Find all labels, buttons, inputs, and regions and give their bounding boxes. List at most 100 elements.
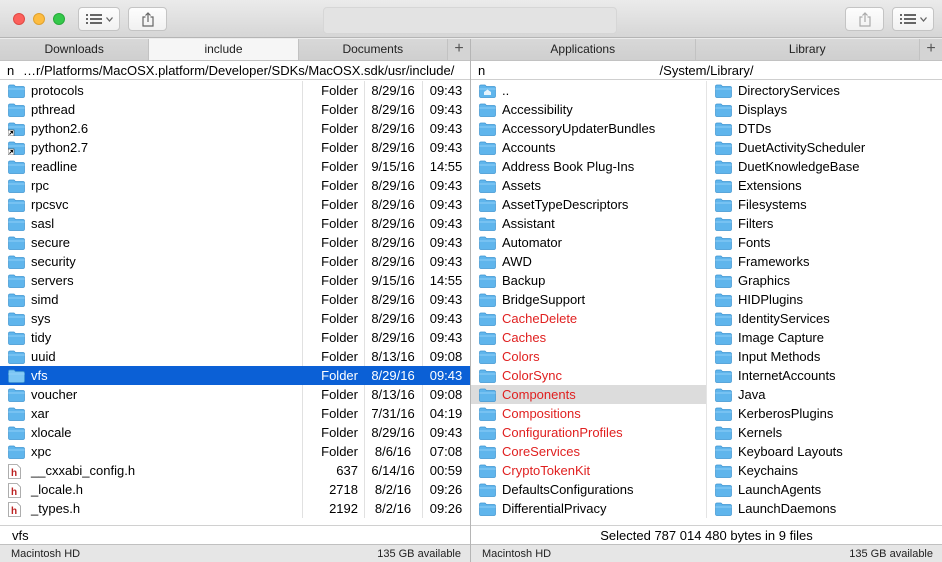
file-row[interactable]: Keyboard Layouts (707, 442, 942, 461)
file-row[interactable]: Caches (471, 328, 706, 347)
file-row[interactable]: vfs Folder 8/29/16 09:43 (0, 366, 470, 385)
file-row[interactable]: Image Capture (707, 328, 942, 347)
tab-applications[interactable]: Applications (471, 39, 696, 60)
close-window-button[interactable] (13, 13, 25, 25)
file-row[interactable]: DuetActivityScheduler (707, 138, 942, 157)
file-row[interactable]: protocols Folder 8/29/16 09:43 (0, 81, 470, 100)
title-field[interactable] (323, 7, 617, 34)
file-row[interactable]: Automator (471, 233, 706, 252)
file-time: 09:08 (429, 387, 463, 402)
file-row[interactable]: Accounts (471, 138, 706, 157)
file-row[interactable]: Assets (471, 176, 706, 195)
file-row[interactable]: xar Folder 7/31/16 04:19 (0, 404, 470, 423)
file-row[interactable]: HIDPlugins (707, 290, 942, 309)
file-row[interactable]: ConfigurationProfiles (471, 423, 706, 442)
file-row[interactable]: Kernels (707, 423, 942, 442)
folder-icon (8, 388, 25, 402)
file-row[interactable]: DirectoryServices (707, 81, 942, 100)
file-row[interactable]: AssetTypeDescriptors (471, 195, 706, 214)
file-row[interactable]: readline Folder 9/15/16 14:55 (0, 157, 470, 176)
file-row[interactable]: Colors (471, 347, 706, 366)
file-row[interactable]: .. (471, 81, 706, 100)
file-row[interactable]: Frameworks (707, 252, 942, 271)
tab-downloads[interactable]: Downloads (0, 39, 150, 60)
file-row[interactable]: h _types.h 2192 8/2/16 09:26 (0, 499, 470, 518)
file-row[interactable]: LaunchDaemons (707, 499, 942, 518)
file-row[interactable]: rpcsvc Folder 8/29/16 09:43 (0, 195, 470, 214)
minimize-window-button[interactable] (33, 13, 45, 25)
file-row[interactable]: voucher Folder 8/13/16 09:08 (0, 385, 470, 404)
file-row[interactable]: servers Folder 9/15/16 14:55 (0, 271, 470, 290)
file-row[interactable]: Graphics (707, 271, 942, 290)
file-row[interactable]: ColorSync (471, 366, 706, 385)
file-row[interactable]: Filters (707, 214, 942, 233)
file-row[interactable]: Filesystems (707, 195, 942, 214)
file-row[interactable]: DefaultsConfigurations (471, 480, 706, 499)
file-row[interactable]: Extensions (707, 176, 942, 195)
file-row[interactable]: Java (707, 385, 942, 404)
file-row[interactable]: h __cxxabi_config.h 637 6/14/16 00:59 (0, 461, 470, 480)
file-row[interactable]: Backup (471, 271, 706, 290)
zoom-window-button[interactable] (53, 13, 65, 25)
folder-icon (715, 217, 732, 231)
file-row[interactable]: xlocale Folder 8/29/16 09:43 (0, 423, 470, 442)
header-file-icon: h (8, 464, 21, 479)
file-row[interactable]: BridgeSupport (471, 290, 706, 309)
file-row[interactable]: Assistant (471, 214, 706, 233)
file-row[interactable]: h _locale.h 2718 8/2/16 09:26 (0, 480, 470, 499)
file-time: 09:43 (429, 235, 463, 250)
add-tab-button[interactable]: + (447, 39, 470, 60)
tab-library[interactable]: Library (695, 39, 920, 60)
left-share-button[interactable] (128, 7, 167, 31)
panel-divider[interactable] (470, 39, 471, 562)
file-row[interactable]: Components (471, 385, 706, 404)
file-row[interactable]: xpc Folder 8/6/16 07:08 (0, 442, 470, 461)
add-tab-button[interactable]: + (920, 39, 942, 60)
file-row[interactable]: InternetAccounts (707, 366, 942, 385)
left-path-bar[interactable]: n …r/Platforms/MacOSX.platform/Developer… (0, 61, 470, 80)
right-view-menu-button[interactable] (892, 7, 934, 31)
right-status-bar: Macintosh HD 135 GB available (471, 544, 942, 562)
tab-include[interactable]: include (149, 39, 299, 60)
folder-icon (479, 293, 496, 307)
right-column-1[interactable]: .. Accessibility AccessoryUpdaterBundles Ac… (471, 81, 706, 518)
file-row[interactable]: simd Folder 8/29/16 09:43 (0, 290, 470, 309)
file-row[interactable]: tidy Folder 8/29/16 09:43 (0, 328, 470, 347)
file-row[interactable]: pthread Folder 8/29/16 09:43 (0, 100, 470, 119)
file-row[interactable]: CryptoTokenKit (471, 461, 706, 480)
file-row[interactable]: uuid Folder 8/13/16 09:08 (0, 347, 470, 366)
file-row[interactable]: Input Methods (707, 347, 942, 366)
folder-icon (8, 217, 25, 231)
tab-documents[interactable]: Documents (298, 39, 448, 60)
file-row[interactable]: secure Folder 8/29/16 09:43 (0, 233, 470, 252)
left-panel: n …r/Platforms/MacOSX.platform/Developer… (0, 61, 470, 544)
file-row[interactable]: CacheDelete (471, 309, 706, 328)
right-column-2[interactable]: DirectoryServices Displays DTDs DuetActivit… (707, 81, 942, 518)
right-share-button[interactable] (845, 7, 884, 31)
file-row[interactable]: python2.7 Folder 8/29/16 09:43 (0, 138, 470, 157)
left-view-menu-button[interactable] (78, 7, 120, 31)
file-name: Assets (502, 178, 542, 193)
file-row[interactable]: rpc Folder 8/29/16 09:43 (0, 176, 470, 195)
file-row[interactable]: Keychains (707, 461, 942, 480)
file-row[interactable]: LaunchAgents (707, 480, 942, 499)
file-row[interactable]: DifferentialPrivacy (471, 499, 706, 518)
file-row[interactable]: Address Book Plug-Ins (471, 157, 706, 176)
file-row[interactable]: Accessibility (471, 100, 706, 119)
file-row[interactable]: AccessoryUpdaterBundles (471, 119, 706, 138)
file-row[interactable]: sasl Folder 8/29/16 09:43 (0, 214, 470, 233)
file-row[interactable]: Displays (707, 100, 942, 119)
file-row[interactable]: DuetKnowledgeBase (707, 157, 942, 176)
file-row[interactable]: python2.6 Folder 8/29/16 09:43 (0, 119, 470, 138)
file-row[interactable]: KerberosPlugins (707, 404, 942, 423)
file-row[interactable]: Compositions (471, 404, 706, 423)
file-row[interactable]: DTDs (707, 119, 942, 138)
file-row[interactable]: sys Folder 8/29/16 09:43 (0, 309, 470, 328)
right-path-bar[interactable]: n /System/Library/ (471, 61, 942, 80)
file-row[interactable]: IdentityServices (707, 309, 942, 328)
file-row[interactable]: Fonts (707, 233, 942, 252)
file-row[interactable]: AWD (471, 252, 706, 271)
file-row[interactable]: CoreServices (471, 442, 706, 461)
left-file-list[interactable]: protocols Folder 8/29/16 09:43 pthread Folder… (0, 81, 470, 518)
file-row[interactable]: security Folder 8/29/16 09:43 (0, 252, 470, 271)
